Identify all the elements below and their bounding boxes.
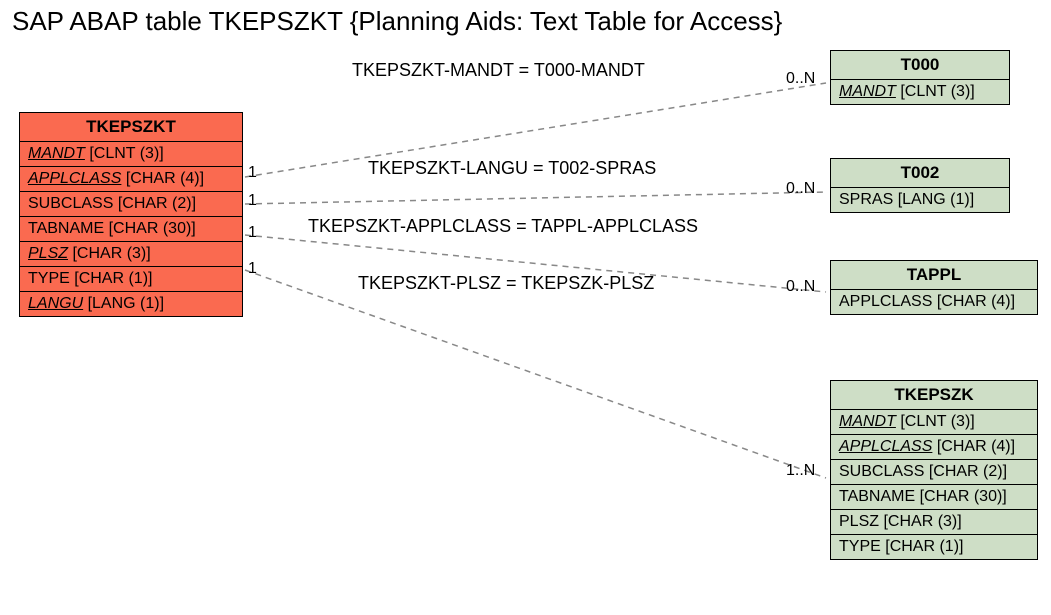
card-right-4: 1..N <box>786 462 815 480</box>
field-row: APPLCLASS [CHAR (4)] <box>831 435 1037 460</box>
field-row: SPRAS [LANG (1)] <box>831 188 1009 212</box>
relation-label-2: TKEPSZKT-LANGU = T002-SPRAS <box>368 158 656 179</box>
entity-t000-header: T000 <box>831 51 1009 80</box>
card-left-1: 1 <box>248 164 257 182</box>
card-left-2: 1 <box>248 192 257 210</box>
field-row: PLSZ [CHAR (3)] <box>831 510 1037 535</box>
card-left-4: 1 <box>248 260 257 278</box>
entity-t000: T000 MANDT [CLNT (3)] <box>830 50 1010 105</box>
entity-tappl-header: TAPPL <box>831 261 1037 290</box>
field-row: TYPE [CHAR (1)] <box>831 535 1037 559</box>
field-row: TYPE [CHAR (1)] <box>20 267 242 292</box>
field-row: LANGU [LANG (1)] <box>20 292 242 316</box>
field-row: MANDT [CLNT (3)] <box>831 410 1037 435</box>
field-row: PLSZ [CHAR (3)] <box>20 242 242 267</box>
entity-t002: T002 SPRAS [LANG (1)] <box>830 158 1010 213</box>
relation-label-4: TKEPSZKT-PLSZ = TKEPSZK-PLSZ <box>358 273 654 294</box>
entity-t002-header: T002 <box>831 159 1009 188</box>
field-row: SUBCLASS [CHAR (2)] <box>831 460 1037 485</box>
field-row: APPLCLASS [CHAR (4)] <box>20 167 242 192</box>
page-title: SAP ABAP table TKEPSZKT {Planning Aids: … <box>12 6 782 37</box>
entity-tkepszk-header: TKEPSZK <box>831 381 1037 410</box>
entity-tkepszkt-header: TKEPSZKT <box>20 113 242 142</box>
field-row: TABNAME [CHAR (30)] <box>20 217 242 242</box>
field-row: TABNAME [CHAR (30)] <box>831 485 1037 510</box>
field-row: APPLCLASS [CHAR (4)] <box>831 290 1037 314</box>
relation-label-3: TKEPSZKT-APPLCLASS = TAPPL-APPLCLASS <box>308 216 698 237</box>
field-row: MANDT [CLNT (3)] <box>20 142 242 167</box>
field-row: MANDT [CLNT (3)] <box>831 80 1009 104</box>
card-left-3: 1 <box>248 224 257 242</box>
card-right-2: 0..N <box>786 180 815 198</box>
entity-tkepszk: TKEPSZK MANDT [CLNT (3)] APPLCLASS [CHAR… <box>830 380 1038 560</box>
card-right-3: 0..N <box>786 278 815 296</box>
card-right-1: 0..N <box>786 70 815 88</box>
entity-tkepszkt: TKEPSZKT MANDT [CLNT (3)] APPLCLASS [CHA… <box>19 112 243 317</box>
field-row: SUBCLASS [CHAR (2)] <box>20 192 242 217</box>
entity-tappl: TAPPL APPLCLASS [CHAR (4)] <box>830 260 1038 315</box>
relation-label-1: TKEPSZKT-MANDT = T000-MANDT <box>352 60 645 81</box>
